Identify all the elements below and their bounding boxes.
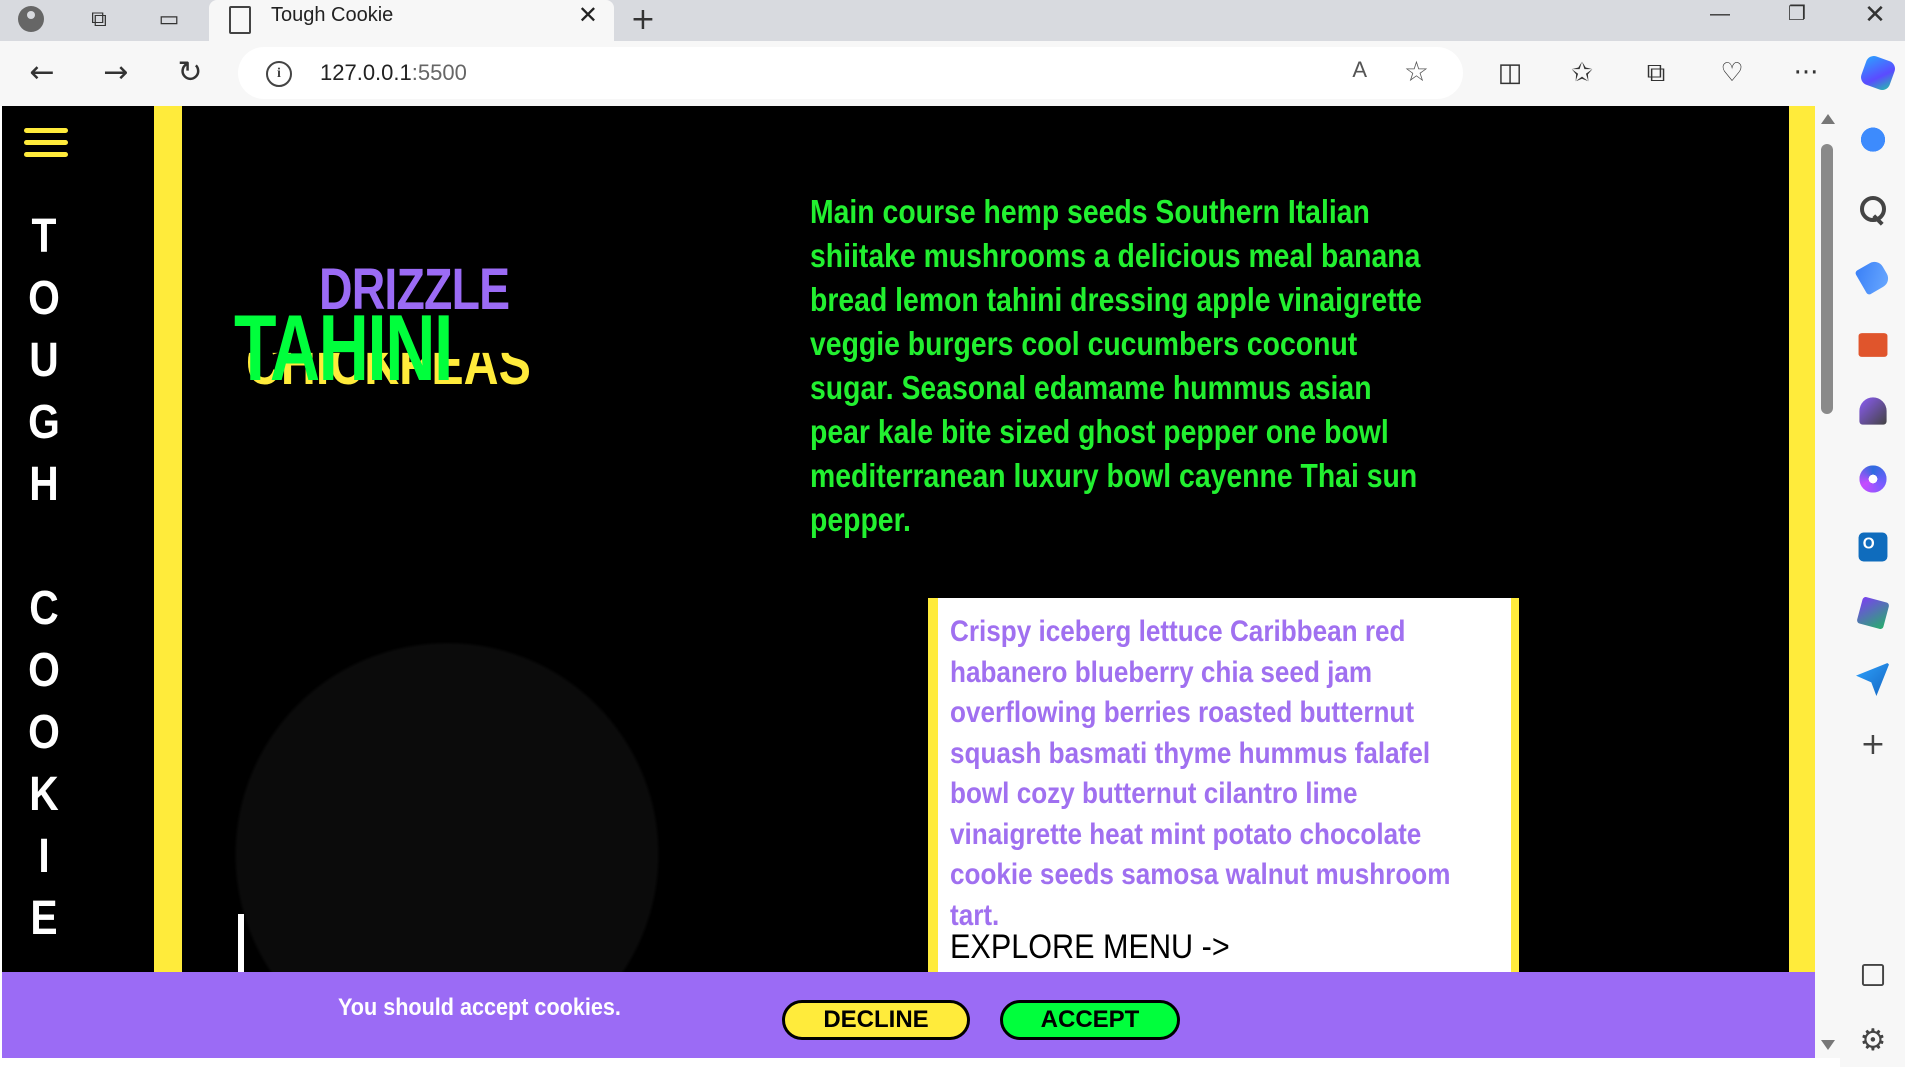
minimize-button[interactable]: — — [1685, 0, 1755, 30]
brand-letter: U — [29, 334, 59, 387]
microsoft-365-icon[interactable] — [1859, 465, 1887, 493]
left-yellow-border — [154, 106, 182, 1058]
brand-letter: O — [28, 272, 60, 325]
tab-title: Tough Cookie — [271, 4, 394, 26]
brand-letter: G — [28, 396, 60, 449]
copilot-icon[interactable] — [1858, 53, 1898, 93]
reload-button[interactable]: ↻ — [170, 53, 210, 93]
url-text[interactable]: 127.0.0.1:5500 — [320, 47, 467, 99]
brand-letter: H — [29, 458, 59, 511]
brand-letter: O — [28, 644, 60, 697]
intro-paragraph: Main course hemp seeds Southern Italian … — [810, 193, 1422, 538]
favorites-icon[interactable]: ✩ — [1562, 53, 1602, 93]
right-yellow-border — [1789, 106, 1815, 1058]
collections-icon[interactable]: ⧉ — [1636, 53, 1676, 93]
maximize-button[interactable]: ❐ — [1762, 0, 1832, 30]
explore-menu-link[interactable]: EXPLORE MENU -> — [950, 928, 1230, 967]
accept-cookies-button[interactable]: ACCEPT — [1000, 1000, 1180, 1040]
edge-sidebar: + ⚙ — [1840, 106, 1905, 1067]
vertical-tabs-icon[interactable]: ▭ — [152, 4, 186, 36]
designer-icon[interactable] — [1856, 596, 1890, 630]
hero-word-stack: DRIZZLE CHICKPEAS TAHINI — [234, 256, 534, 406]
forward-button[interactable]: → — [96, 53, 136, 93]
browser-essentials-icon[interactable]: ♡ — [1712, 53, 1752, 93]
brand-letter: K — [29, 768, 59, 821]
scroll-thumb[interactable] — [1821, 144, 1833, 414]
favorite-star-icon[interactable]: ☆ — [1404, 55, 1429, 88]
sidebar-panel-icon[interactable] — [1861, 963, 1885, 987]
scroll-down-icon[interactable] — [1821, 1040, 1835, 1050]
browser-toolbar: ← → ↻ i 127.0.0.1:5500 A ☆ ◫ ✩ ⧉ ♡ ··· — [0, 41, 1905, 106]
read-aloud-icon[interactable]: A — [1352, 57, 1367, 83]
decline-cookies-button[interactable]: DECLINE — [782, 1000, 970, 1040]
brand-letter: E — [30, 892, 58, 945]
cookie-message: You should accept cookies. — [338, 994, 621, 1021]
more-options-icon[interactable]: ··· — [1786, 53, 1826, 93]
tools-briefcase-icon[interactable] — [1858, 333, 1888, 357]
tab-actions-icon[interactable]: ⧉ — [82, 4, 116, 36]
text-cursor — [238, 914, 244, 974]
hamburger-menu-icon[interactable] — [24, 128, 68, 158]
send-icon[interactable] — [1856, 662, 1890, 696]
url-port: :5500 — [411, 60, 467, 85]
page-viewport: T O U G H C O O K I E DRIZZLE CHICKPEAS … — [2, 106, 1815, 1058]
menu-card: Crispy iceberg lettuce Caribbean red hab… — [928, 598, 1519, 978]
cookie-banner: You should accept cookies. DECLINE ACCEP… — [2, 972, 1815, 1058]
brand-letter: O — [28, 706, 60, 759]
page-scrollbar[interactable] — [1815, 106, 1840, 1058]
browser-tab-bar: ⧉ ▭ Tough Cookie ✕ + — ❐ ✕ — [0, 0, 1905, 41]
new-tab-button[interactable]: + — [626, 4, 660, 36]
address-bar[interactable]: i 127.0.0.1:5500 A ☆ — [238, 47, 1463, 99]
brand-gap — [24, 516, 65, 578]
scroll-up-icon[interactable] — [1821, 114, 1835, 124]
notifications-bell-icon[interactable] — [1856, 126, 1890, 160]
tab-close-icon[interactable]: ✕ — [578, 2, 598, 28]
add-sidebar-app-icon[interactable]: + — [1856, 728, 1890, 762]
shopping-tag-icon[interactable] — [1854, 258, 1892, 296]
site-info-icon[interactable]: i — [266, 61, 292, 87]
browser-tab[interactable]: Tough Cookie ✕ — [209, 0, 614, 41]
search-icon[interactable] — [1856, 194, 1890, 228]
profile-icon[interactable] — [12, 4, 46, 36]
page-icon — [229, 6, 251, 34]
card-paragraph: Crispy iceberg lettuce Caribbean red hab… — [950, 615, 1451, 932]
hero-word-tahini: TAHINI — [234, 295, 453, 400]
left-rail: T O U G H C O O K I E — [2, 106, 154, 1058]
settings-gear-icon[interactable]: ⚙ — [1856, 1024, 1890, 1058]
brand-letter: I — [38, 830, 50, 883]
url-host: 127.0.0.1 — [320, 60, 412, 85]
brand-letter: T — [31, 210, 57, 263]
close-window-button[interactable]: ✕ — [1840, 0, 1905, 30]
back-button[interactable]: ← — [22, 53, 62, 93]
brand-letter: C — [29, 582, 59, 635]
outlook-icon[interactable] — [1858, 532, 1888, 562]
vertical-brand: T O U G H C O O K I E — [20, 206, 68, 950]
games-icon[interactable] — [1859, 397, 1887, 425]
split-screen-icon[interactable]: ◫ — [1490, 53, 1530, 93]
